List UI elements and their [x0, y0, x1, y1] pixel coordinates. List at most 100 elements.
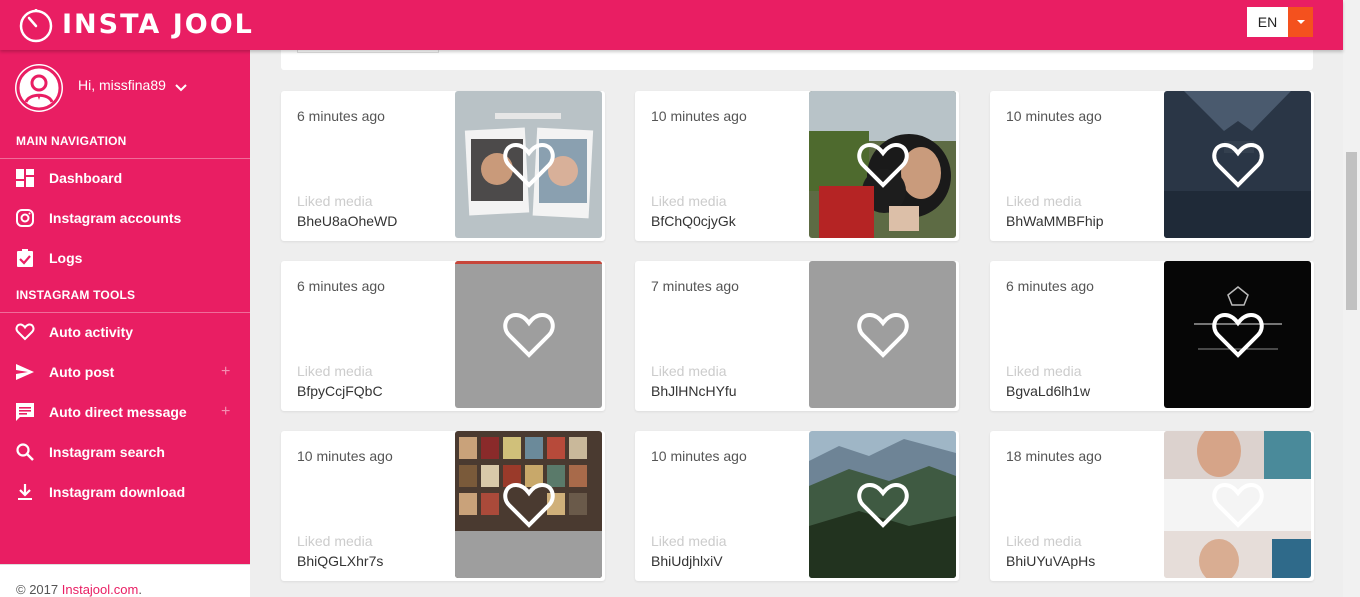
sidebar-item-instagram-accounts[interactable]: Instagram accounts	[0, 198, 250, 238]
activity-time: 6 minutes ago	[297, 108, 385, 124]
download-icon	[18, 484, 32, 500]
scrollbar-thumb[interactable]	[1346, 152, 1357, 310]
sidebar-item-label: Auto post	[49, 364, 115, 380]
activity-card: 7 minutes ago Liked media BhJlHNcHYfu	[635, 261, 959, 411]
heart-icon	[15, 323, 35, 341]
media-code[interactable]: BhiUdjhlxiV	[651, 553, 723, 569]
sidebar-item-label: Instagram accounts	[49, 210, 182, 226]
heart-icon	[503, 482, 555, 528]
activity-action: Liked media	[1006, 193, 1082, 209]
caret-down-icon[interactable]	[1288, 7, 1313, 37]
chevron-down-icon[interactable]	[174, 81, 188, 95]
footer-copyright: © 2017	[16, 582, 62, 597]
sidebar-item-label: Auto direct message	[49, 404, 187, 420]
expand-plus-icon[interactable]: +	[221, 363, 230, 381]
heart-icon	[503, 312, 555, 358]
activity-card: 10 minutes ago Liked media BfChQ0cjyGk	[635, 91, 959, 241]
activity-time: 10 minutes ago	[651, 108, 747, 124]
footer-suffix: .	[138, 582, 142, 597]
sidebar-item-dashboard[interactable]: Dashboard	[0, 158, 250, 198]
activity-time: 6 minutes ago	[1006, 278, 1094, 294]
activity-card: 10 minutes ago Liked media BhiUdjhlxiV	[635, 431, 959, 581]
sidebar-item-auto-direct-message[interactable]: Auto direct message +	[0, 392, 250, 432]
stopwatch-icon	[19, 9, 53, 43]
avatar	[15, 64, 63, 112]
activity-action: Liked media	[297, 363, 373, 379]
media-code[interactable]: BfpyCcjFQbC	[297, 383, 383, 399]
heart-icon	[857, 312, 909, 358]
sidebar-item-label: Instagram download	[49, 484, 186, 500]
sidebar: Hi, missfina89 MAIN NAVIGATION Dashboard…	[0, 50, 250, 597]
footer: © 2017 Instajool.com.	[0, 564, 250, 597]
heart-icon	[1212, 312, 1264, 358]
media-thumbnail[interactable]	[809, 91, 956, 238]
instagram-icon	[16, 209, 34, 227]
activity-card: 18 minutes ago Liked media BhiUYuVApHs	[990, 431, 1314, 581]
media-code[interactable]: BfChQ0cjyGk	[651, 213, 736, 229]
send-icon	[16, 364, 34, 380]
sidebar-item-logs[interactable]: Logs	[0, 238, 250, 278]
media-code[interactable]: BhiQGLXhr7s	[297, 553, 383, 569]
activity-time: 6 minutes ago	[297, 278, 385, 294]
user-avatar-icon	[16, 65, 62, 111]
main-navigation-title: MAIN NAVIGATION	[16, 134, 127, 148]
media-thumbnail[interactable]	[455, 431, 602, 578]
media-thumbnail[interactable]	[809, 261, 956, 408]
sidebar-item-label: Auto activity	[49, 324, 134, 340]
activity-action: Liked media	[651, 193, 727, 209]
media-code[interactable]: BgvaLd6lh1w	[1006, 383, 1090, 399]
sidebar-item-label: Logs	[49, 250, 83, 266]
sidebar-item-instagram-search[interactable]: Instagram search	[0, 432, 250, 472]
activity-time: 7 minutes ago	[651, 278, 739, 294]
media-thumbnail[interactable]	[1164, 91, 1311, 238]
activity-action: Liked media	[651, 363, 727, 379]
activity-time: 10 minutes ago	[1006, 108, 1102, 124]
activity-card: 6 minutes ago Liked media BgvaLd6lh1w	[990, 261, 1314, 411]
activity-action: Liked media	[1006, 363, 1082, 379]
activity-action: Liked media	[297, 193, 373, 209]
activity-card: 6 minutes ago Liked media BheU8aOheWD	[281, 91, 605, 241]
vertical-scrollbar[interactable]	[1343, 0, 1360, 597]
logo[interactable]: INSTA JOOL	[18, 7, 254, 43]
language-label: EN	[1247, 7, 1288, 37]
heart-icon	[1212, 482, 1264, 528]
dashboard-icon	[16, 169, 34, 187]
sidebar-item-auto-activity[interactable]: Auto activity	[0, 312, 250, 352]
activity-time: 10 minutes ago	[297, 448, 393, 464]
media-code[interactable]: BhWaMMBFhip	[1006, 213, 1104, 229]
heart-icon	[503, 142, 555, 188]
sidebar-item-label: Instagram search	[49, 444, 165, 460]
user-greeting: Hi, missfina89	[78, 77, 166, 93]
media-thumbnail[interactable]	[1164, 431, 1311, 578]
media-thumbnail[interactable]	[455, 91, 602, 238]
instagram-tools-title: INSTAGRAM TOOLS	[16, 288, 136, 302]
activity-action: Liked media	[297, 533, 373, 549]
search-icon	[16, 443, 34, 461]
activity-time: 18 minutes ago	[1006, 448, 1102, 464]
language-selector[interactable]: EN	[1247, 7, 1313, 37]
expand-plus-icon[interactable]: +	[221, 403, 230, 421]
heart-icon	[857, 142, 909, 188]
media-code[interactable]: BhiUYuVApHs	[1006, 553, 1095, 569]
sidebar-item-instagram-download[interactable]: Instagram download	[0, 472, 250, 512]
activity-card: 10 minutes ago Liked media BhiQGLXhr7s	[281, 431, 605, 581]
heart-icon	[1212, 142, 1264, 188]
media-thumbnail[interactable]	[809, 431, 956, 578]
user-info[interactable]: Hi, missfina89	[15, 63, 188, 113]
activity-action: Liked media	[651, 533, 727, 549]
media-thumbnail[interactable]	[455, 261, 602, 408]
media-code[interactable]: BheU8aOheWD	[297, 213, 397, 229]
media-thumbnail[interactable]	[1164, 261, 1311, 408]
footer-link[interactable]: Instajool.com	[62, 582, 139, 597]
activity-card: 10 minutes ago Liked media BhWaMMBFhip	[990, 91, 1314, 241]
activity-action: Liked media	[1006, 533, 1082, 549]
message-icon	[16, 403, 34, 421]
top-header: INSTA JOOL EN	[0, 0, 1343, 50]
activity-card: 6 minutes ago Liked media BfpyCcjFQbC	[281, 261, 605, 411]
activity-time: 10 minutes ago	[651, 448, 747, 464]
logo-text: INSTA JOOL	[62, 9, 254, 40]
heart-icon	[857, 482, 909, 528]
sidebar-item-label: Dashboard	[49, 170, 123, 186]
sidebar-item-auto-post[interactable]: Auto post +	[0, 352, 250, 392]
media-code[interactable]: BhJlHNcHYfu	[651, 383, 737, 399]
